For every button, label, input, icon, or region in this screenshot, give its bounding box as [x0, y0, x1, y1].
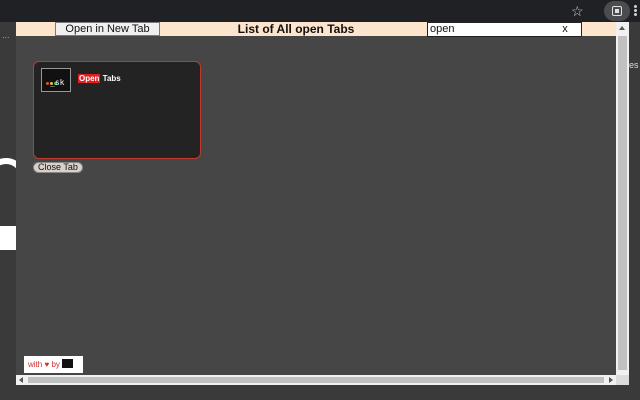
horizontal-scroll-thumb[interactable]: [28, 377, 604, 383]
footer-credit[interactable]: with ♥ by: [24, 356, 83, 373]
extension-button[interactable]: [604, 1, 630, 21]
clear-search-button[interactable]: x: [560, 23, 570, 36]
background-page-graphic: [0, 158, 16, 188]
footer-by: by: [51, 360, 60, 369]
background-page-text: ...: [2, 30, 10, 40]
author-logo-icon: [62, 359, 74, 369]
extension-popup: Open in New Tab List of All open Tabs x …: [16, 22, 616, 385]
footer-with: with: [28, 360, 43, 369]
page-title: List of All open Tabs: [237, 22, 355, 36]
star-icon[interactable]: ☆: [571, 3, 584, 19]
favicon-text: _sk: [50, 78, 65, 87]
search-highlight: Open: [78, 74, 101, 83]
tab-card[interactable]: _sk Open Tabs: [33, 61, 201, 159]
scroll-up-icon[interactable]: [619, 26, 625, 30]
horizontal-scrollbar[interactable]: [16, 375, 616, 385]
vertical-scrollbar[interactable]: [616, 22, 629, 385]
search-input[interactable]: [429, 23, 554, 36]
tab-title: Open Tabs: [78, 74, 121, 83]
terminal-icon: _sk: [41, 68, 71, 92]
extension-icon: [612, 6, 622, 16]
close-tab-button[interactable]: Close Tab: [33, 162, 83, 173]
background-page-block: [0, 226, 16, 250]
screen: ☆ ... es Open in New Tab List of All ope…: [0, 0, 640, 400]
popup-header: Open in New Tab List of All open Tabs x: [16, 22, 616, 37]
open-in-new-tab-button[interactable]: Open in New Tab: [55, 22, 160, 36]
scrollbar-corner: [616, 375, 629, 385]
scroll-right-icon[interactable]: [609, 377, 613, 383]
background-page-text-right: es: [629, 60, 639, 70]
browser-toolbar: ☆: [0, 0, 640, 22]
heart-icon: ♥: [44, 360, 50, 369]
tab-title-rest: Tabs: [100, 74, 121, 83]
scroll-left-icon[interactable]: [19, 377, 23, 383]
kebab-menu-icon[interactable]: [634, 5, 638, 17]
vertical-scroll-thumb[interactable]: [618, 36, 627, 370]
search-box: x: [427, 22, 582, 37]
